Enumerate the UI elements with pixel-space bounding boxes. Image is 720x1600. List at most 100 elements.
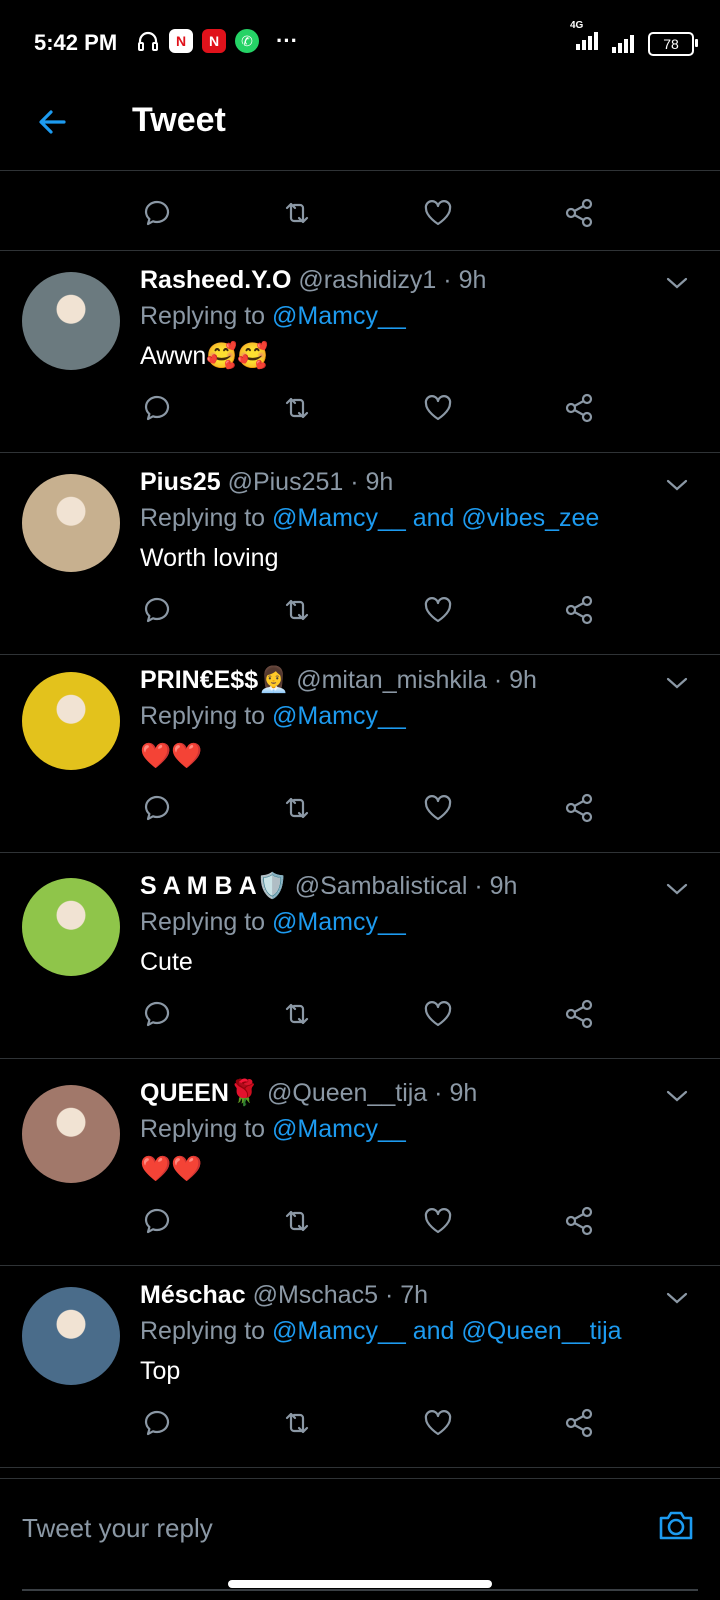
replying-to: Replying to @Mamcy__ and @Queen__tija	[140, 1317, 622, 1346]
top-app-bar: Tweet	[0, 86, 720, 171]
avatar[interactable]	[22, 474, 120, 572]
status-time: 5:42 PM	[34, 30, 118, 55]
chevron-down-icon[interactable]	[664, 876, 690, 902]
share-icon[interactable]	[562, 1204, 596, 1238]
divider	[0, 1058, 720, 1059]
reply-icon[interactable]	[140, 593, 174, 627]
tweet-header: S A M B A🛡️ @Sambalistical · 9h	[140, 872, 517, 901]
tweet-time: · 7h	[384, 1281, 429, 1309]
replying-to-label: Replying to	[140, 1115, 266, 1143]
share-icon[interactable]	[562, 593, 596, 627]
divider	[0, 654, 720, 655]
user-handle[interactable]: @Queen__tija	[267, 1079, 427, 1107]
display-name[interactable]: QUEEN🌹	[140, 1079, 260, 1107]
replying-to-label: Replying to	[140, 504, 266, 532]
replying-to-label: Replying to	[140, 1317, 266, 1345]
tweet-text: ❤️❤️	[140, 1155, 203, 1183]
divider	[0, 1265, 720, 1266]
chevron-down-icon[interactable]	[664, 1285, 690, 1311]
like-icon[interactable]	[421, 593, 455, 627]
more-notifications-icon: ···	[276, 28, 298, 53]
display-name[interactable]: Pius25	[140, 468, 221, 496]
like-icon[interactable]	[421, 391, 455, 425]
avatar[interactable]	[22, 878, 120, 976]
reply-icon[interactable]	[140, 791, 174, 825]
replying-to: Replying to @Mamcy__	[140, 908, 406, 937]
battery-indicator: 78	[648, 31, 698, 56]
reply-icon[interactable]	[140, 1406, 174, 1440]
mention-link[interactable]: @Mamcy__	[272, 908, 406, 936]
reply-icon[interactable]	[140, 997, 174, 1031]
signal-4g-icon: 4G	[570, 20, 600, 57]
retweet-icon[interactable]	[280, 1204, 314, 1238]
tweet-time: · 9h	[493, 666, 537, 694]
status-bar: 5:42 PM N N ✆ ··· 4G 78	[0, 0, 720, 86]
mention-link[interactable]: @Mamcy__	[272, 1115, 406, 1143]
back-arrow-icon[interactable]	[34, 104, 70, 140]
mention-link[interactable]: @Mamcy__	[272, 302, 406, 330]
reply-composer[interactable]: Tweet your reply	[0, 1478, 720, 1591]
chevron-down-icon[interactable]	[664, 670, 690, 696]
tweet-header: QUEEN🌹 @Queen__tija · 9h	[140, 1079, 477, 1108]
avatar[interactable]	[22, 272, 120, 370]
avatar[interactable]	[22, 672, 120, 770]
avatar[interactable]	[22, 1287, 120, 1385]
headphones-icon	[138, 31, 158, 51]
avatar[interactable]	[22, 1085, 120, 1183]
share-icon[interactable]	[562, 391, 596, 425]
retweet-icon[interactable]	[280, 1406, 314, 1440]
user-handle[interactable]: @Pius251	[228, 468, 344, 496]
reply-icon[interactable]	[140, 196, 174, 230]
user-handle[interactable]: @rashidizy1	[298, 266, 436, 294]
mention-link[interactable]: @Mamcy__ and @vibes_zee	[272, 504, 599, 532]
user-handle[interactable]: @Sambalistical	[295, 872, 468, 900]
divider	[0, 250, 720, 251]
reply-icon[interactable]	[140, 391, 174, 425]
reply-input[interactable]: Tweet your reply	[22, 1513, 213, 1544]
mention-link[interactable]: @Mamcy__	[272, 702, 406, 730]
camera-icon[interactable]	[656, 1505, 696, 1545]
tweet-actions-partial	[0, 196, 720, 236]
share-icon[interactable]	[562, 1406, 596, 1440]
user-handle[interactable]: @mitan_mishkila	[296, 666, 487, 694]
like-icon[interactable]	[421, 196, 455, 230]
user-handle[interactable]: @Mschac5	[253, 1281, 378, 1309]
tweet-time: · 9h	[443, 266, 487, 294]
divider	[0, 1467, 720, 1468]
retweet-icon[interactable]	[280, 391, 314, 425]
replying-to-label: Replying to	[140, 908, 266, 936]
display-name[interactable]: Méschac	[140, 1281, 246, 1309]
replying-to: Replying to @Mamcy__	[140, 702, 406, 731]
network-type-label: 4G	[570, 20, 584, 31]
replying-to: Replying to @Mamcy__	[140, 302, 406, 331]
chevron-down-icon[interactable]	[664, 472, 690, 498]
like-icon[interactable]	[421, 1406, 455, 1440]
chevron-down-icon[interactable]	[664, 270, 690, 296]
like-icon[interactable]	[421, 1204, 455, 1238]
replying-to: Replying to @Mamcy__	[140, 1115, 406, 1144]
retweet-icon[interactable]	[280, 997, 314, 1031]
like-icon[interactable]	[421, 791, 455, 825]
tweet-time: · 9h	[434, 1079, 478, 1107]
tweet-text: Top	[140, 1357, 181, 1385]
retweet-icon[interactable]	[280, 593, 314, 627]
display-name[interactable]: S A M B A🛡️	[140, 872, 288, 900]
tweet-text: Worth loving	[140, 544, 279, 572]
chevron-down-icon[interactable]	[664, 1083, 690, 1109]
tweet-header: PRIN€E$$👩‍💼 @mitan_mishkila · 9h	[140, 666, 537, 695]
share-icon[interactable]	[562, 997, 596, 1031]
like-icon[interactable]	[421, 997, 455, 1031]
tweet-text: ❤️❤️	[140, 742, 203, 770]
replying-to-label: Replying to	[140, 302, 266, 330]
tweet-header: Méschac @Mschac5 · 7h	[140, 1281, 428, 1310]
retweet-icon[interactable]	[280, 196, 314, 230]
share-icon[interactable]	[562, 791, 596, 825]
share-icon[interactable]	[562, 196, 596, 230]
reply-icon[interactable]	[140, 1204, 174, 1238]
display-name[interactable]: PRIN€E$$👩‍💼	[140, 666, 289, 694]
mention-link[interactable]: @Mamcy__ and @Queen__tija	[272, 1317, 622, 1345]
retweet-icon[interactable]	[280, 791, 314, 825]
page-title: Tweet	[132, 101, 226, 139]
home-indicator[interactable]	[228, 1580, 492, 1588]
display-name[interactable]: Rasheed.Y.O	[140, 266, 291, 294]
